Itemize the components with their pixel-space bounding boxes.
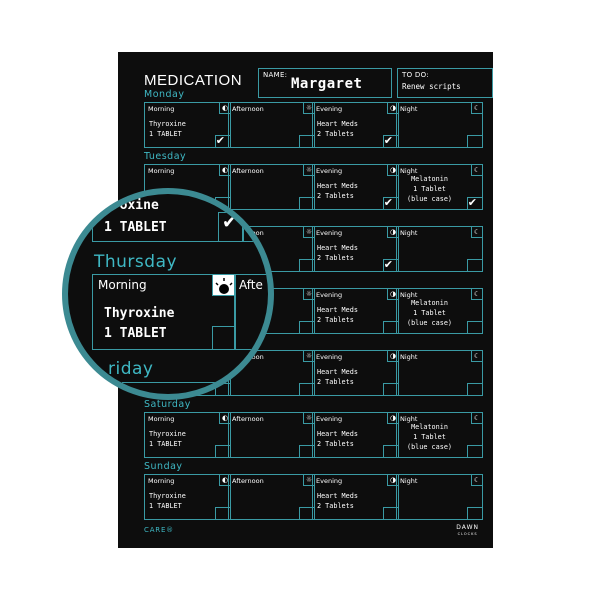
medication-entry: Melatonin 1 Tablet (blue case) (407, 423, 453, 451)
cell-saturday-night[interactable]: Night ☾ Melatonin 1 Tablet (blue case) (396, 412, 483, 458)
moon-icon: ☾ (471, 165, 482, 176)
cell-tuesday-night[interactable]: Night ☾ Melatonin 1 Tablet (blue case) ✔ (396, 164, 483, 210)
day-label-monday: Monday (144, 89, 185, 100)
cell-wednesday-evening[interactable]: Evening ◑ Heart Meds 2 Tablets ✔ (312, 226, 399, 272)
checkmark-icon: ✔ (222, 212, 238, 233)
moon-icon: ☾ (471, 413, 482, 424)
medication-entry: Thyroxine 1 TABLET (149, 120, 186, 138)
cell-friday-night[interactable]: Night ☾ (396, 350, 483, 396)
cell-wednesday-night[interactable]: Night ☾ (396, 226, 483, 272)
medication-entry: Thyroxine 1 TABLET (149, 492, 186, 510)
check-box[interactable] (467, 507, 482, 519)
mag-afternoon-label: Afte (239, 278, 263, 292)
cell-sunday-evening[interactable]: Evening ◑ Heart Meds 2 Tablets (312, 474, 399, 520)
mag-morning-label: Morning (98, 278, 147, 292)
moon-icon: ☾ (471, 103, 482, 114)
brand-right-sub: CLOCKS (457, 532, 478, 536)
brand-logo-right: DAWN CLOCKS (456, 524, 479, 538)
slot-label-morning: Morning (148, 167, 175, 175)
cell-saturday-morning[interactable]: Morning ◐ Thyroxine 1 TABLET (144, 412, 231, 458)
cell-sunday-afternoon[interactable]: Afternoon ☼ (228, 474, 315, 520)
slot-label-morning: Morning (148, 415, 175, 423)
slot-label-morning: Morning (148, 105, 175, 113)
slot-label-evening: Evening (316, 353, 343, 361)
brand-right-name: DAWN (456, 524, 479, 531)
cell-monday-evening[interactable]: Evening ◑ Heart Meds 2 Tablets ✔ (312, 102, 399, 148)
todo-label: TO DO: (402, 71, 429, 79)
slot-label-evening: Evening (316, 167, 343, 175)
checkmark-icon: ✔ (383, 258, 393, 271)
cell-monday-morning[interactable]: Morning ◐ Thyroxine 1 TABLET ✔ (144, 102, 231, 148)
slot-label-night: Night (400, 477, 418, 485)
cell-saturday-afternoon[interactable]: Afternoon ☼ (228, 412, 315, 458)
mag-dose: 1 TABLET (104, 326, 167, 341)
check-box[interactable] (467, 259, 482, 271)
magnifier-circle: yroxine 1 TABLET ✔ Thursday Morning Thyr… (62, 188, 274, 400)
slot-label-evening: Evening (316, 105, 343, 113)
slot-label-evening: Evening (316, 415, 343, 423)
day-label-sunday: Sunday (144, 461, 183, 472)
slot-label-evening: Evening (316, 291, 343, 299)
cell-sunday-night[interactable]: Night ☾ (396, 474, 483, 520)
mag-top-med: yroxine (104, 198, 159, 213)
cell-monday-afternoon[interactable]: Afternoon ☼ (228, 102, 315, 148)
slot-label-night: Night (400, 105, 418, 113)
moon-icon: ☾ (471, 351, 482, 362)
medication-entry: Heart Meds 2 Tablets (317, 430, 358, 448)
slot-label-evening: Evening (316, 229, 343, 237)
slot-label-evening: Evening (316, 477, 343, 485)
slot-label-morning: Morning (148, 477, 175, 485)
cell-thursday-night[interactable]: Night ☾ Melatonin 1 Tablet (blue case) (396, 288, 483, 334)
todo-value: Renew scripts (402, 82, 461, 91)
moon-icon: ☾ (471, 227, 482, 238)
name-field[interactable]: NAME: Margaret (258, 68, 392, 98)
slot-label-afternoon: Afternoon (232, 105, 264, 113)
check-box[interactable] (467, 321, 482, 333)
checkmark-icon: ✔ (215, 134, 225, 147)
checkmark-icon: ✔ (383, 134, 393, 147)
slot-label-afternoon: Afternoon (232, 415, 264, 423)
mag-check-box[interactable] (212, 326, 235, 349)
todo-field[interactable]: TO DO: Renew scripts (397, 68, 493, 98)
checkmark-icon: ✔ (467, 196, 477, 209)
medication-entry: Heart Meds 2 Tablets (317, 244, 358, 262)
name-label: NAME: (263, 71, 288, 79)
checkmark-icon: ✔ (383, 196, 393, 209)
mag-next-day-label: riday (108, 359, 154, 379)
brand-logo-left: CARE® (144, 526, 174, 534)
cell-thursday-evening[interactable]: Evening ◑ Heart Meds 2 Tablets (312, 288, 399, 334)
slot-label-afternoon: Afternoon (232, 167, 264, 175)
mag-top-dose: 1 TABLET (104, 220, 167, 235)
slot-label-night: Night (400, 353, 418, 361)
medication-entry: Heart Meds 2 Tablets (317, 306, 358, 324)
check-box[interactable] (467, 445, 482, 457)
moon-icon: ☾ (471, 289, 482, 300)
page-title: MEDICATION (144, 72, 243, 89)
medication-entry: Heart Meds 2 Tablets (317, 368, 358, 386)
cell-saturday-evening[interactable]: Evening ◑ Heart Meds 2 Tablets (312, 412, 399, 458)
mag-med: Thyroxine (104, 306, 175, 321)
mag-day-label: Thursday (94, 252, 178, 272)
cell-friday-evening[interactable]: Evening ◑ Heart Meds 2 Tablets (312, 350, 399, 396)
moon-icon: ☾ (471, 475, 482, 486)
name-value: Margaret (291, 76, 363, 92)
medication-entry: Melatonin 1 Tablet (blue case) (407, 299, 453, 327)
medication-entry: Heart Meds 2 Tablets (317, 120, 358, 138)
day-label-saturday: Saturday (144, 399, 191, 410)
slot-label-afternoon: Afternoon (232, 477, 264, 485)
medication-entry: Heart Meds 2 Tablets (317, 182, 358, 200)
cell-sunday-morning[interactable]: Morning ◐ Thyroxine 1 TABLET (144, 474, 231, 520)
slot-label-night: Night (400, 229, 418, 237)
check-box[interactable] (467, 135, 482, 147)
cell-tuesday-evening[interactable]: Evening ◑ Heart Meds 2 Tablets ✔ (312, 164, 399, 210)
day-label-tuesday: Tuesday (144, 151, 187, 162)
sun-rising-icon (212, 275, 235, 296)
check-box[interactable] (467, 383, 482, 395)
medication-entry: Heart Meds 2 Tablets (317, 492, 358, 510)
medication-entry: Melatonin 1 Tablet (blue case) (407, 175, 453, 203)
medication-entry: Thyroxine 1 TABLET (149, 430, 186, 448)
cell-monday-night[interactable]: Night ☾ (396, 102, 483, 148)
